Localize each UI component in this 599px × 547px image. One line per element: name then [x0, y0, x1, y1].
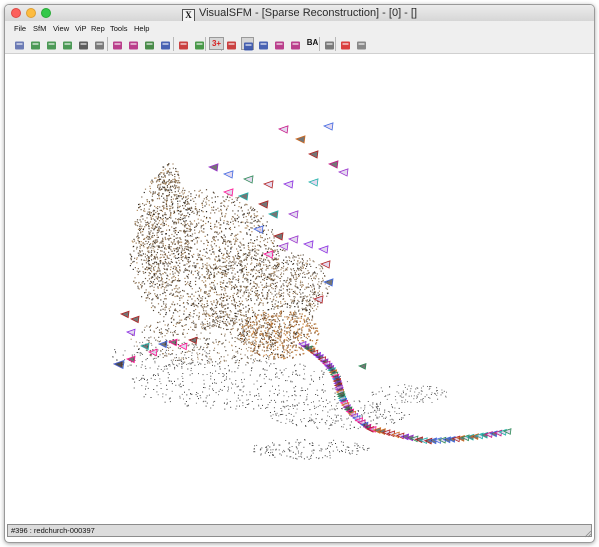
- save-nvm-icon[interactable]: [77, 37, 90, 50]
- sparse-point-cloud-view[interactable]: [9, 54, 590, 525]
- app-window: X VisualSFM - [Sparse Reconstruction] - […: [4, 4, 595, 543]
- camera-frustums: [112, 122, 512, 445]
- status-bar: #396 : redchurch-000397: [7, 524, 592, 537]
- menu-view-label: View: [53, 24, 70, 33]
- show-thumbnails-icon[interactable]: [111, 37, 124, 50]
- reconstruction-viewport[interactable]: [9, 54, 590, 525]
- new-log-icon[interactable]: [13, 37, 26, 50]
- toolbar-separator: [107, 37, 108, 51]
- menu-file-label: File: [14, 24, 27, 33]
- menu-rep-label: Rep: [91, 24, 105, 33]
- compute-missing-match-icon[interactable]: [159, 37, 172, 50]
- menu-bar: File SfM View ViP Rep Tools Help: [5, 21, 594, 35]
- compute-sparse-icon[interactable]: [225, 37, 238, 50]
- open-multiple-images-icon[interactable]: [45, 37, 58, 50]
- pause-icon[interactable]: [339, 37, 352, 50]
- dense-icon[interactable]: [289, 37, 302, 50]
- bundle-adjust-icon[interactable]: BA: [305, 37, 320, 50]
- pan-hand-icon[interactable]: [355, 37, 368, 50]
- menu-file[interactable]: File: [14, 24, 26, 33]
- toolbar: 3+ BA: [5, 35, 594, 54]
- grid-view-icon[interactable]: [257, 37, 270, 50]
- menu-tools-label: Tools: [110, 24, 128, 33]
- menu-view[interactable]: View: [53, 24, 69, 33]
- menu-sfm[interactable]: SfM: [33, 24, 46, 33]
- window-title: VisualSFM - [Sparse Reconstruction] - [0…: [198, 7, 418, 19]
- menu-vip[interactable]: ViP: [75, 24, 87, 33]
- resize-grip-icon[interactable]: [584, 530, 592, 538]
- pick-point-icon[interactable]: [177, 37, 190, 50]
- menu-vip-label: ViP: [75, 24, 87, 33]
- menu-tools[interactable]: Tools: [110, 24, 128, 33]
- next-step-icon[interactable]: [273, 37, 286, 50]
- open-nvm-icon[interactable]: [61, 37, 74, 50]
- title-bar[interactable]: X VisualSFM - [Sparse Reconstruction] - […: [5, 5, 594, 22]
- feature-matches-icon[interactable]: [127, 37, 140, 50]
- menu-rep[interactable]: Rep: [91, 24, 105, 33]
- match-matrix-icon[interactable]: [143, 37, 156, 50]
- point-cloud: [112, 163, 447, 460]
- window-title-area: X VisualSFM - [Sparse Reconstruction] - […: [5, 5, 594, 22]
- gear-icon[interactable]: [323, 37, 336, 50]
- menu-sfm-label: SfM: [33, 24, 47, 33]
- list-icon[interactable]: [93, 37, 106, 50]
- lock-icon[interactable]: [193, 37, 206, 50]
- menu-help-label: Help: [134, 24, 150, 33]
- run-sfm-icon[interactable]: [241, 37, 254, 51]
- status-text: #396 : redchurch-000397: [11, 526, 95, 535]
- toggle-3d-icon[interactable]: 3+: [209, 37, 224, 50]
- open-single-images-icon[interactable]: [29, 37, 42, 50]
- toolbar-separator: [173, 37, 174, 51]
- menu-help[interactable]: Help: [134, 24, 149, 33]
